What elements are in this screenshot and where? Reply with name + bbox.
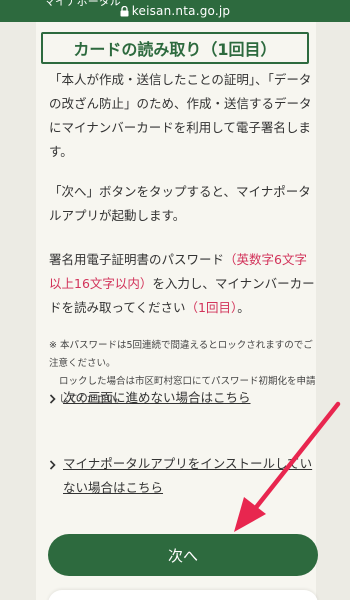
link-cannot-proceed[interactable]: 次の画面に進めない場合はこちら xyxy=(49,386,314,410)
notice-line-1: ※ 本パスワードは5回連続で間違えるとロックされますのでご注意ください。 xyxy=(49,340,313,369)
paragraph-signature-purpose: 「本人が作成・送信したことの証明」、「データの改ざん防止」のため、作成・送信する… xyxy=(49,72,312,159)
lock-icon xyxy=(120,5,129,17)
chevron-right-icon xyxy=(49,386,63,410)
next-button[interactable]: 次へ xyxy=(48,534,318,576)
bottom-card-edge xyxy=(48,590,318,600)
link-app-not-installed-text[interactable]: マイナポータルアプリをインストールしていない場合はこちら xyxy=(63,452,314,500)
period: 。 xyxy=(237,300,250,315)
url-text: keisan.nta.go.jp xyxy=(131,4,231,18)
link-app-not-installed[interactable]: マイナポータルアプリをインストールしていない場合はこちら xyxy=(49,452,314,500)
page-title: カードの読み取り（1回目） xyxy=(41,32,309,64)
browser-address-bar[interactable]: マイナポータル keisan.nta.go.jp xyxy=(0,0,350,22)
paragraph-next-instruction: 「次へ」ボタンをタップすると、マイナポータルアプリが起動します。 xyxy=(49,184,311,223)
read-count-note: （1回目） xyxy=(185,300,238,315)
chevron-right-icon xyxy=(49,452,63,500)
password-instruction-text: 署名用電子証明書のパスワード xyxy=(49,252,225,267)
url-display[interactable]: keisan.nta.go.jp xyxy=(0,0,350,22)
paragraph-password-instruction: 署名用電子証明書のパスワード（英数字6文字以上16文字以内）を入力し、マイナンバ… xyxy=(49,248,317,320)
link-cannot-proceed-text[interactable]: 次の画面に進めない場合はこちら xyxy=(63,386,251,410)
